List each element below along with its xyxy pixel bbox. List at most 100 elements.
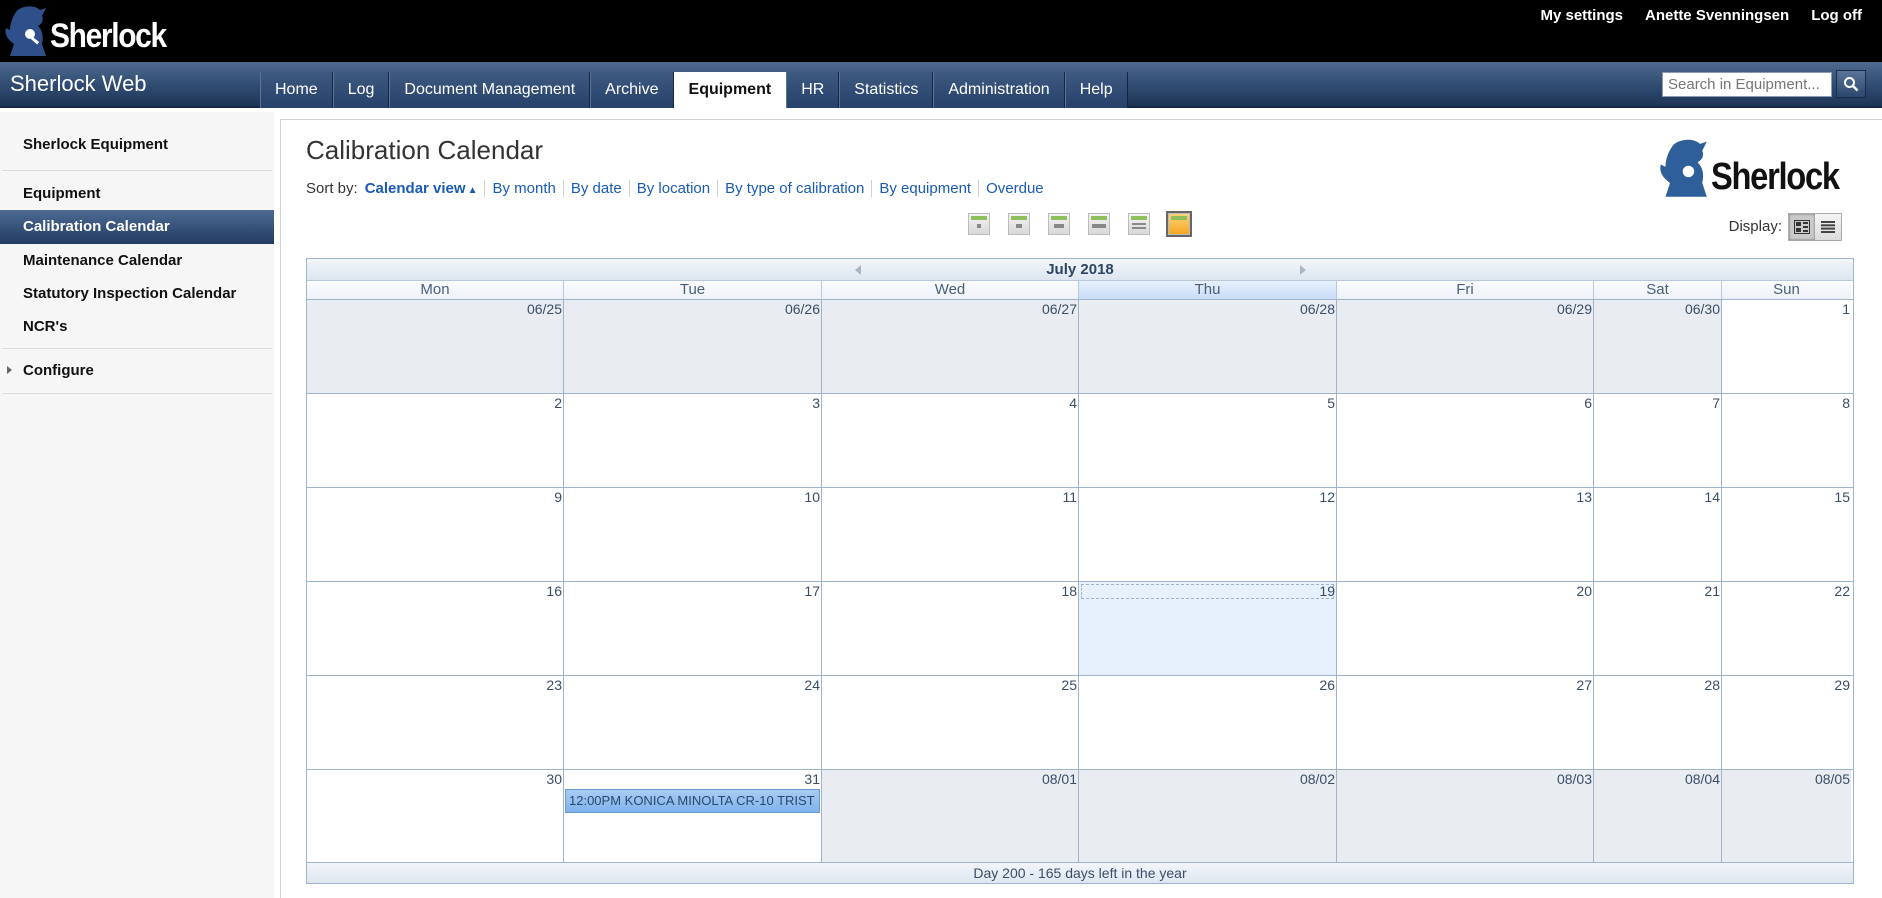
calendar-day-cell[interactable]: 9 (307, 488, 564, 581)
day-number[interactable]: 20 (1576, 583, 1592, 599)
calendar-day-cell[interactable]: 17 (564, 582, 822, 675)
calendar-day-cell[interactable]: 4 (822, 394, 1079, 487)
calendar-day-cell[interactable]: 08/01 (822, 770, 1079, 864)
calendar-day-cell[interactable]: 30 (307, 770, 564, 864)
tab-log[interactable]: Log (332, 72, 390, 108)
calendar-day-cell[interactable]: 08/02 (1079, 770, 1337, 864)
tab-archive[interactable]: Archive (590, 72, 674, 108)
calendar-day-cell[interactable]: 16 (307, 582, 564, 675)
calendar-event[interactable]: 12:00PM KONICA MINOLTA CR-10 TRIST (565, 789, 820, 813)
day-number[interactable]: 29 (1834, 677, 1850, 693)
calendar-day-cell[interactable]: 2 (307, 394, 564, 487)
calendar-day-cell[interactable]: 11 (822, 488, 1079, 581)
day-number[interactable]: 30 (546, 771, 562, 787)
day-number[interactable]: 14 (1704, 489, 1720, 505)
day-number[interactable]: 24 (804, 677, 820, 693)
day-number[interactable]: 06/28 (1300, 301, 1335, 317)
calendar-day-cell[interactable]: 06/29 (1337, 300, 1594, 393)
calendar-grid-view-button[interactable] (1789, 214, 1815, 240)
calendar-day-cell[interactable]: 22 (1722, 582, 1851, 675)
sidebar-item-calibration-calendar[interactable]: Calibration Calendar (0, 210, 274, 244)
sort-by-location[interactable]: By location (628, 180, 717, 197)
calendar-day-cell[interactable]: 6 (1337, 394, 1594, 487)
day-number[interactable]: 21 (1704, 583, 1720, 599)
sort-overdue[interactable]: Overdue (978, 180, 1051, 197)
day-number[interactable]: 08/04 (1685, 771, 1720, 787)
calendar-day-cell[interactable]: 29 (1722, 676, 1851, 769)
day-number[interactable]: 5 (1327, 395, 1335, 411)
tab-home[interactable]: Home (260, 72, 333, 108)
day-number[interactable]: 06/27 (1042, 301, 1077, 317)
next-month-arrow-icon[interactable] (1300, 265, 1306, 275)
day-number[interactable]: 08/01 (1042, 771, 1077, 787)
sort-calendar-view[interactable]: Calendar view ▲ (365, 180, 485, 197)
day-number[interactable]: 7 (1712, 395, 1720, 411)
day-number[interactable]: 17 (804, 583, 820, 599)
calendar-day-cell[interactable]: 06/25 (307, 300, 564, 393)
user-name-link[interactable]: Anette Svenningsen (1645, 7, 1789, 24)
sidebar-item-maintenance-calendar[interactable]: Maintenance Calendar (0, 244, 274, 277)
calendar-day-cell[interactable]: 8 (1722, 394, 1851, 487)
sidebar-item-ncrs[interactable]: NCR's (0, 310, 274, 343)
log-off-link[interactable]: Log off (1811, 7, 1862, 24)
calendar-day-cell[interactable]: 7 (1594, 394, 1722, 487)
calendar-day-cell[interactable]: 08/05 (1722, 770, 1851, 864)
calendar-day-cell[interactable]: 28 (1594, 676, 1722, 769)
calendar-month-view-icon[interactable] (1166, 211, 1192, 237)
sort-by-month[interactable]: By month (484, 180, 562, 197)
tab-hr[interactable]: HR (786, 72, 840, 108)
calendar-day-cell[interactable]: 27 (1337, 676, 1594, 769)
calendar-day-cell[interactable]: 08/04 (1594, 770, 1722, 864)
sidebar-item-statutory-inspection-calendar[interactable]: Statutory Inspection Calendar (0, 277, 274, 310)
day-number[interactable]: 10 (804, 489, 820, 505)
tab-statistics[interactable]: Statistics (839, 72, 934, 108)
day-number[interactable]: 28 (1704, 677, 1720, 693)
day-number[interactable]: 11 (1062, 489, 1077, 505)
search-input[interactable] (1662, 72, 1832, 97)
day-number[interactable]: 2 (554, 395, 562, 411)
day-number[interactable]: 15 (1834, 489, 1850, 505)
day-number[interactable]: 08/05 (1815, 771, 1850, 787)
sort-by-type-of-calibration[interactable]: By type of calibration (717, 180, 871, 197)
calendar-day-cell[interactable]: 06/28 (1079, 300, 1337, 393)
calendar-day-cell[interactable]: 23 (307, 676, 564, 769)
search-button[interactable] (1836, 70, 1866, 98)
my-settings-link[interactable]: My settings (1540, 7, 1623, 24)
sidebar-heading[interactable]: Sherlock Equipment (0, 112, 274, 170)
day-number[interactable]: 31 (804, 771, 820, 787)
day-number[interactable]: 8 (1842, 395, 1850, 411)
tab-administration[interactable]: Administration (933, 72, 1065, 108)
sort-by-date[interactable]: By date (562, 180, 629, 197)
calendar-day-cell[interactable]: 25 (822, 676, 1079, 769)
calendar-day-cell[interactable]: 06/27 (822, 300, 1079, 393)
calendar-day-cell[interactable]: 06/26 (564, 300, 822, 393)
day-number[interactable]: 06/25 (527, 301, 562, 317)
calendar-day-cell[interactable]: 08/03 (1337, 770, 1594, 864)
day-number[interactable]: 19 (1319, 583, 1335, 599)
list-view-button[interactable] (1815, 214, 1841, 240)
calendar-day-cell[interactable]: 14 (1594, 488, 1722, 581)
calendar-day-cell[interactable]: 3 (564, 394, 822, 487)
day-number[interactable]: 23 (546, 677, 562, 693)
calendar-day-cell[interactable]: 26 (1079, 676, 1337, 769)
calendar-day-cell[interactable]: 06/30 (1594, 300, 1722, 393)
calendar-day-cell[interactable]: 19 (1079, 582, 1337, 675)
month-view-icon[interactable] (1088, 213, 1110, 235)
day-number[interactable]: 12 (1319, 489, 1335, 505)
day-number[interactable]: 16 (546, 583, 562, 599)
calendar-day-cell[interactable]: 5 (1079, 394, 1337, 487)
day-number[interactable]: 26 (1319, 677, 1335, 693)
calendar-day-cell[interactable]: 18 (822, 582, 1079, 675)
day-number[interactable]: 06/29 (1557, 301, 1592, 317)
tab-help[interactable]: Help (1064, 72, 1128, 108)
calendar-day-cell[interactable]: 24 (564, 676, 822, 769)
day-number[interactable]: 27 (1576, 677, 1592, 693)
day-number[interactable]: 22 (1834, 583, 1850, 599)
day-number[interactable]: 4 (1069, 395, 1077, 411)
calendar-day-cell[interactable]: 10 (564, 488, 822, 581)
calendar-day-cell[interactable]: 12 (1079, 488, 1337, 581)
day-view-icon[interactable] (968, 213, 990, 235)
calendar-day-cell[interactable]: 20 (1337, 582, 1594, 675)
sherlock-logo[interactable]: Sherlock (2, 4, 182, 58)
calendar-day-cell[interactable]: 13 (1337, 488, 1594, 581)
